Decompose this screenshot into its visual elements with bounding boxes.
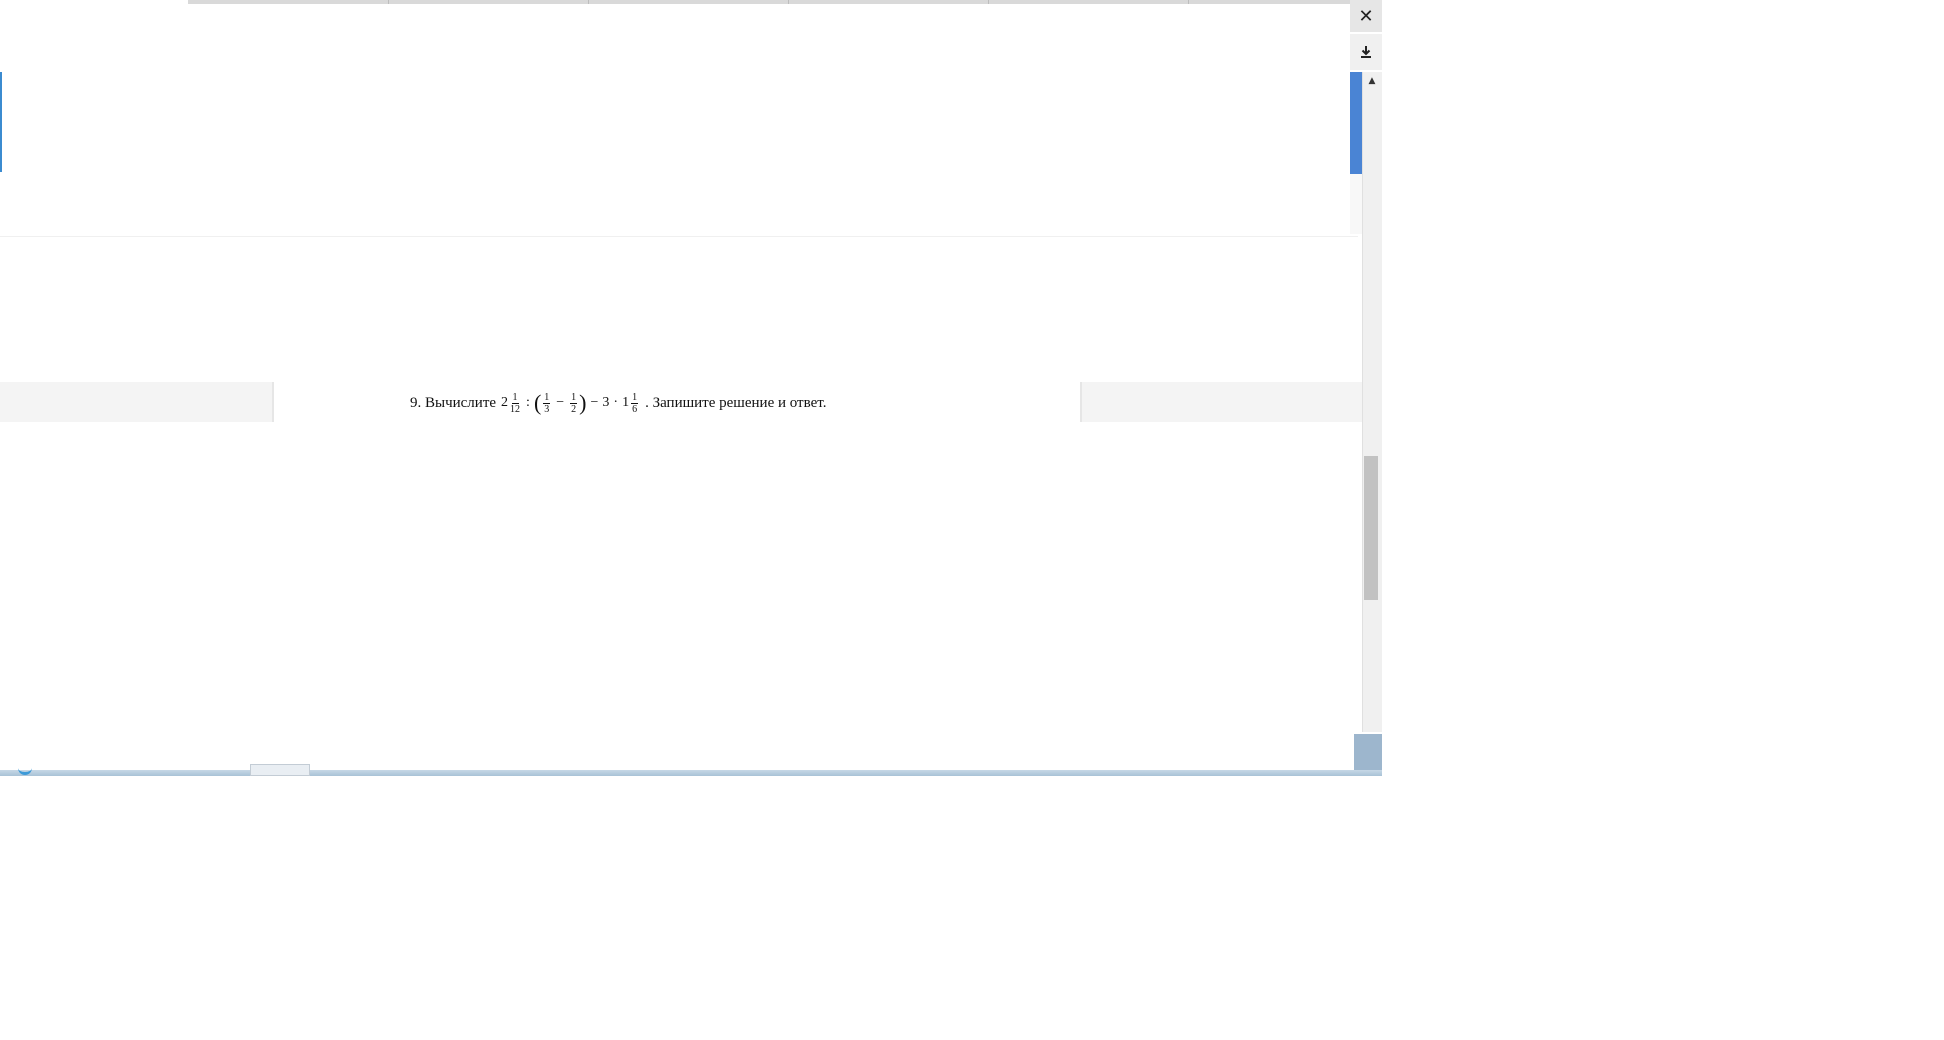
document-viewer-window: 9. Вычислите 2 1 12 : ( 1 3 − 1 2 ) − 3 … [0, 0, 1382, 780]
minus-sign-2: − [590, 395, 599, 410]
problem-prefix: 9. Вычислите [410, 394, 497, 411]
download-icon [1361, 46, 1371, 58]
fraction-1-2: 1 2 [570, 391, 578, 415]
divide-sign: : [526, 395, 530, 410]
number-3: 3 [602, 395, 610, 410]
left-accent-line [0, 72, 2, 172]
math-expression: 2 1 12 : ( 1 3 − 1 2 ) − 3 · 1 1 6 [501, 392, 640, 415]
taskbar [0, 770, 1382, 776]
whole-number-2: 2 [501, 395, 509, 410]
paren-close: ) [579, 390, 587, 415]
problem-9-text: 9. Вычислите 2 1 12 : ( 1 3 − 1 2 ) − 3 … [410, 388, 826, 418]
blank-canvas-area [0, 4, 1358, 382]
paren-open: ( [533, 390, 542, 415]
fraction-1-3: 1 3 [543, 391, 551, 415]
scroll-up-arrow-icon[interactable]: ▲ [1362, 72, 1382, 90]
multiply-dot: · [613, 395, 619, 410]
minus-sign: − [556, 395, 565, 410]
close-icon: ✕ [1358, 5, 1374, 27]
fraction-1-6: 1 6 [631, 391, 639, 415]
canvas-lower-area [0, 236, 1358, 383]
vertical-scrollbar[interactable] [1362, 72, 1382, 732]
problem-suffix: . Запишите решение и ответ. [645, 394, 827, 411]
scroll-thumb[interactable] [1364, 456, 1378, 600]
whole-number-1: 1 [622, 395, 630, 410]
taskbar-item[interactable] [250, 764, 310, 776]
window-corner [1354, 734, 1382, 774]
close-button[interactable]: ✕ [1350, 0, 1382, 32]
fraction-1-12: 1 12 [510, 391, 521, 415]
download-button[interactable] [1350, 34, 1382, 70]
